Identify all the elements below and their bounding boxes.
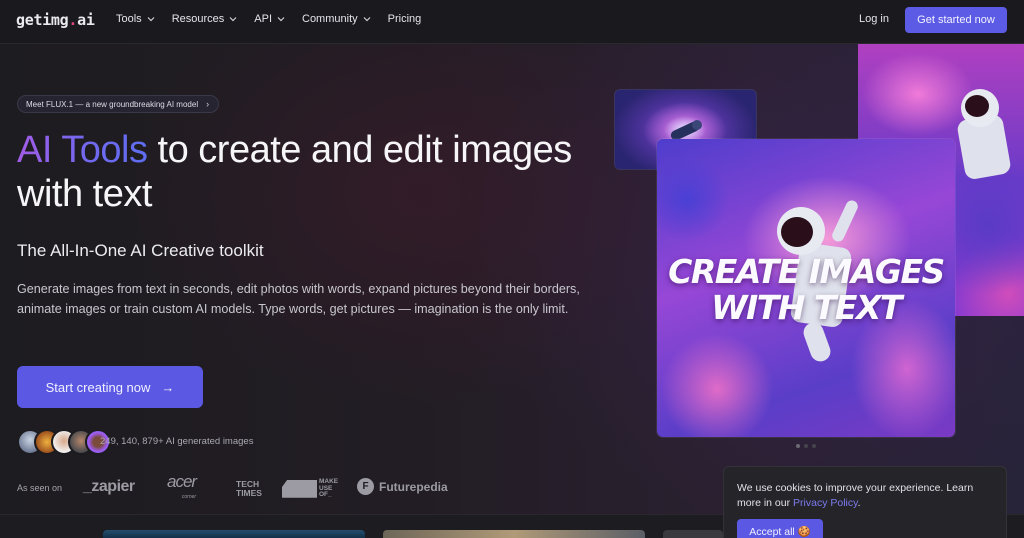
makeuseof-logo-shape xyxy=(282,479,317,498)
hero-description: Generate images from text in seconds, ed… xyxy=(17,282,580,316)
futurepedia-icon: F xyxy=(357,478,374,495)
announcement-text: Meet FLUX.1 — a new groundbreaking AI mo… xyxy=(26,99,199,109)
logo-text: getimg xyxy=(16,11,69,29)
chevron-down-icon xyxy=(277,15,285,23)
nav-item-resources[interactable]: Resources xyxy=(172,13,238,25)
carousel-dot[interactable] xyxy=(812,444,816,448)
logo-suffix: ai xyxy=(77,11,95,29)
nav-item-api[interactable]: API xyxy=(254,13,285,25)
headline-highlight: AI Tools xyxy=(17,129,148,171)
login-link[interactable]: Log in xyxy=(859,13,889,25)
chevron-down-icon xyxy=(229,15,237,23)
carousel-dot[interactable] xyxy=(796,444,800,448)
chevron-right-icon: › xyxy=(206,99,210,109)
user-avatars xyxy=(17,429,111,455)
nav-item-pricing[interactable]: Pricing xyxy=(388,13,422,25)
logo-dot: . xyxy=(68,11,78,29)
carousel-dots xyxy=(796,444,816,448)
techtimes-logo: TECH TIMES xyxy=(236,480,262,498)
cookie-period: . xyxy=(857,497,861,509)
nav-item-tools[interactable]: Tools xyxy=(116,13,155,25)
image-overlay-text: CREATE IMAGES WITH TEXT xyxy=(657,254,955,326)
techtimes-line2: TIMES xyxy=(236,488,262,498)
makeuseof-line3: OF_ xyxy=(319,491,332,498)
nav-item-label: Tools xyxy=(116,13,142,25)
top-navigation: getimg.ai Tools Resources API Community … xyxy=(0,0,1024,44)
nav-item-label: API xyxy=(254,13,272,25)
carousel-dot[interactable] xyxy=(804,444,808,448)
section-thumbnail xyxy=(383,530,645,538)
start-creating-button[interactable]: Start creating now → xyxy=(17,366,203,408)
nav-item-label: Community xyxy=(302,13,358,25)
acer-logo: acer corner xyxy=(167,472,197,504)
cookie-banner: We use cookies to improve your experienc… xyxy=(723,466,1007,538)
acer-logo-subtext: corner xyxy=(181,494,197,500)
nav-links: Tools Resources API Community Pricing xyxy=(116,13,438,25)
as-seen-on-label: As seen on xyxy=(17,483,63,493)
makeuseof-logo: MAKE USE OF_ xyxy=(282,478,338,499)
accept-cookies-button[interactable]: Accept all 🍪 xyxy=(737,519,823,538)
section-thumbnail xyxy=(103,530,365,538)
zapier-logo: _zapier xyxy=(83,478,135,495)
logo[interactable]: getimg.ai xyxy=(16,11,95,29)
chevron-down-icon xyxy=(147,15,155,23)
showcase-image-main: CREATE IMAGES WITH TEXT xyxy=(657,139,955,437)
cta-label: Start creating now xyxy=(45,379,151,395)
acer-logo-text: acer xyxy=(167,472,197,491)
overlay-line1: CREATE IMAGES xyxy=(668,252,945,291)
nav-item-community[interactable]: Community xyxy=(302,13,371,25)
announcement-pill[interactable]: Meet FLUX.1 — a new groundbreaking AI mo… xyxy=(17,95,220,113)
overlay-line2: WITH TEXT xyxy=(711,288,902,327)
arrow-right-icon: → xyxy=(161,379,175,395)
chevron-down-icon xyxy=(363,15,371,23)
privacy-policy-link[interactable]: Privacy Policy xyxy=(793,497,858,509)
get-started-button[interactable]: Get started now xyxy=(905,7,1007,33)
makeuseof-logo-text: MAKE USE OF_ xyxy=(319,478,338,499)
section-thumbnail xyxy=(663,530,723,538)
nav-item-label: Pricing xyxy=(387,13,422,25)
nav-item-label: Resources xyxy=(171,13,225,25)
cookie-text: We use cookies to improve your experienc… xyxy=(737,481,997,511)
futurepedia-text: Futurepedia xyxy=(379,479,448,494)
generated-images-count: 249, 140, 879+ AI generated images xyxy=(100,436,254,447)
page-title: AI Tools to create and edit images with … xyxy=(17,128,577,216)
subheadline: The All-In-One AI Creative toolkit xyxy=(17,241,264,260)
futurepedia-logo: F Futurepedia xyxy=(357,478,448,495)
